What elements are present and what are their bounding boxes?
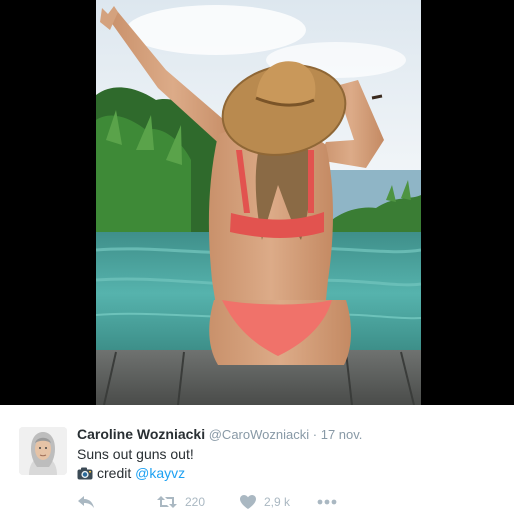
retweet-button[interactable]: 220 bbox=[157, 493, 205, 511]
tweet-text-line-2: credit @kayvz bbox=[77, 464, 497, 483]
like-count: 2,9 k bbox=[264, 495, 291, 509]
author-avatar[interactable] bbox=[19, 427, 67, 475]
tweet-timestamp[interactable]: 17 nov. bbox=[321, 427, 363, 442]
camera-emoji-icon bbox=[77, 467, 93, 480]
tweet-actions: 220 2,9 k bbox=[77, 493, 377, 511]
author-handle[interactable]: @CaroWozniacki bbox=[209, 427, 309, 442]
reply-icon bbox=[78, 496, 94, 508]
like-button[interactable]: 2,9 k bbox=[240, 493, 290, 511]
tweet-photo[interactable] bbox=[96, 0, 421, 405]
retweet-count: 220 bbox=[185, 495, 206, 509]
reply-button[interactable] bbox=[77, 493, 95, 511]
header-separator: · bbox=[312, 427, 318, 442]
heart-icon bbox=[240, 495, 256, 509]
tweet-header: Caroline Wozniacki @CaroWozniacki · 17 n… bbox=[77, 425, 497, 444]
credit-label: credit bbox=[97, 465, 132, 481]
tweet-body: Caroline Wozniacki @CaroWozniacki · 17 n… bbox=[0, 405, 514, 529]
tweet-text-line-1: Suns out guns out! bbox=[77, 446, 194, 462]
author-name[interactable]: Caroline Wozniacki bbox=[77, 426, 205, 442]
retweet-icon bbox=[157, 496, 177, 508]
tweet-card: Caroline Wozniacki @CaroWozniacki · 17 n… bbox=[0, 0, 514, 529]
mention-link[interactable]: @kayvz bbox=[135, 465, 185, 481]
more-button[interactable] bbox=[317, 493, 337, 511]
tweet-text: Suns out guns out! credit @kayvz bbox=[77, 445, 497, 483]
more-dots-icon bbox=[317, 499, 337, 505]
media-container[interactable] bbox=[0, 0, 514, 405]
tweet-content: Caroline Wozniacki @CaroWozniacki · 17 n… bbox=[77, 425, 497, 483]
